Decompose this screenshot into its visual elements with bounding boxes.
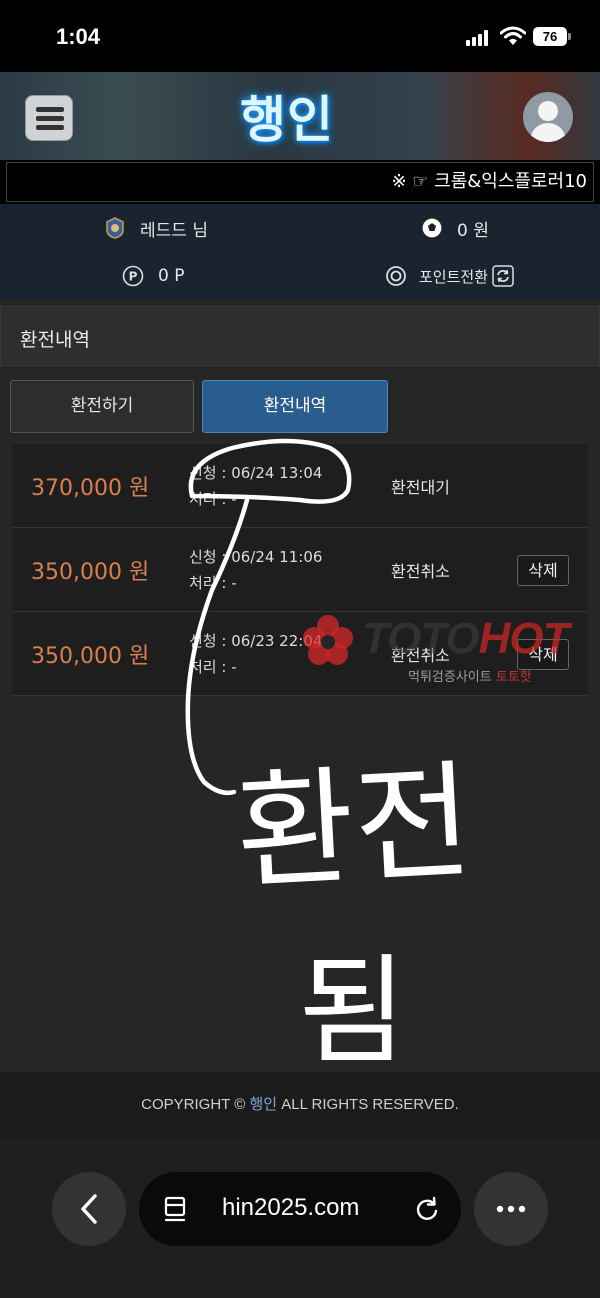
watermark-brand: TOTOHOT bbox=[362, 614, 570, 664]
more-options-button[interactable] bbox=[474, 1172, 548, 1246]
copyright-brand: 행인 bbox=[249, 1096, 278, 1113]
hamburger-menu-button[interactable] bbox=[25, 95, 73, 141]
exchange-record-row: 350,000 원 신청 : 06/24 11:06 처리 : - 환전취소 삭… bbox=[12, 528, 588, 612]
soccer-ball-icon bbox=[421, 217, 443, 239]
exchange-status: 환전취소 bbox=[391, 562, 450, 581]
status-time: 1:04 bbox=[56, 24, 101, 49]
request-date: 신청 : 06/24 11:06 bbox=[189, 548, 323, 566]
site-header: 행인 bbox=[0, 72, 600, 160]
point-convert-label: 포인트전환 bbox=[419, 267, 489, 286]
profile-button[interactable] bbox=[523, 92, 573, 142]
exchange-amount: 350,000 원 bbox=[31, 644, 150, 669]
level-badge-icon bbox=[106, 217, 124, 239]
exchange-record-row: 370,000 원 신청 : 06/24 13:04 처리 : - 환전대기 bbox=[12, 444, 588, 528]
menu-bar-icon bbox=[36, 107, 64, 112]
tab-exchange-apply[interactable]: 환전하기 bbox=[10, 380, 194, 433]
url-text: hin2025.com bbox=[222, 1194, 360, 1221]
point-convert-button[interactable]: 포인트전환 bbox=[385, 262, 514, 290]
page-tabs-icon bbox=[164, 1196, 186, 1222]
footer: COPYRIGHT © 행인 ALL RIGHTS RESERVED. bbox=[0, 1072, 600, 1138]
watermark-sub-b: 토토핫 bbox=[495, 670, 532, 685]
exchange-dates: 신청 : 06/24 11:06 처리 : - bbox=[189, 544, 322, 596]
site-logo[interactable]: 행인 bbox=[240, 80, 334, 152]
refresh-icon bbox=[492, 265, 514, 287]
exchange-dates: 신청 : 06/24 13:04 처리 : - bbox=[189, 460, 322, 512]
totohot-watermark: TOTOHOT 먹튀검증사이트 토토핫 bbox=[300, 612, 600, 702]
page-title: 환전내역 bbox=[20, 329, 90, 351]
back-button[interactable] bbox=[52, 1172, 126, 1246]
more-dots-icon bbox=[496, 1205, 526, 1213]
exchange-amount: 370,000 원 bbox=[31, 476, 150, 501]
money-text: 0 원 bbox=[457, 220, 489, 241]
section-header: 환전내역 bbox=[0, 306, 600, 366]
flower-logo-icon bbox=[303, 615, 353, 665]
watermark-toto: TOTO bbox=[362, 614, 480, 663]
cellular-signal-icon bbox=[466, 30, 492, 46]
notice-marquee: ※ ☞ 크롬&익스플로러10 bbox=[6, 162, 594, 202]
user-money: 0 원 bbox=[421, 214, 489, 242]
exchange-amount: 350,000 원 bbox=[31, 560, 150, 585]
battery-nub bbox=[568, 33, 571, 40]
delete-button[interactable]: 삭제 bbox=[517, 555, 569, 586]
watermark-sub: 먹튀검증사이트 토토핫 bbox=[408, 666, 532, 685]
address-bar[interactable]: hin2025.com bbox=[139, 1172, 461, 1246]
points-text: 0 P bbox=[158, 266, 185, 286]
user-info-panel: 레드드 님 0 원 P 0 P 포인트전환 bbox=[0, 204, 600, 300]
wifi-icon bbox=[500, 26, 526, 45]
copyright-suffix: ALL RIGHTS RESERVED. bbox=[277, 1096, 459, 1113]
menu-bar-icon bbox=[36, 125, 64, 130]
watermark-hot: HOT bbox=[478, 614, 570, 663]
watermark-sub-a: 먹튀검증사이트 bbox=[408, 670, 496, 685]
user-nickname: 레드드 님 bbox=[104, 214, 208, 242]
chevron-left-icon bbox=[81, 1194, 97, 1224]
reload-icon[interactable] bbox=[412, 1194, 442, 1224]
user-icon-body bbox=[530, 123, 566, 142]
user-points: P 0 P bbox=[122, 262, 184, 290]
exchange-status: 환전대기 bbox=[391, 478, 450, 497]
battery-indicator: 76 bbox=[533, 27, 567, 46]
processed-date: 처리 : - bbox=[189, 490, 237, 508]
browser-toolbar: hin2025.com bbox=[0, 1138, 600, 1298]
svg-text:P: P bbox=[129, 270, 138, 284]
status-bar: 1:04 76 bbox=[0, 0, 600, 72]
tab-exchange-history[interactable]: 환전내역 bbox=[202, 380, 388, 433]
request-date: 신청 : 06/24 13:04 bbox=[189, 464, 323, 482]
processed-date: 처리 : - bbox=[189, 574, 237, 592]
nickname-text: 레드드 님 bbox=[140, 220, 208, 241]
user-icon-head bbox=[538, 101, 558, 121]
copyright-prefix: COPYRIGHT © bbox=[141, 1096, 250, 1113]
target-circle-icon bbox=[386, 266, 406, 286]
point-p-icon: P bbox=[122, 265, 144, 287]
menu-bar-icon bbox=[36, 116, 64, 121]
